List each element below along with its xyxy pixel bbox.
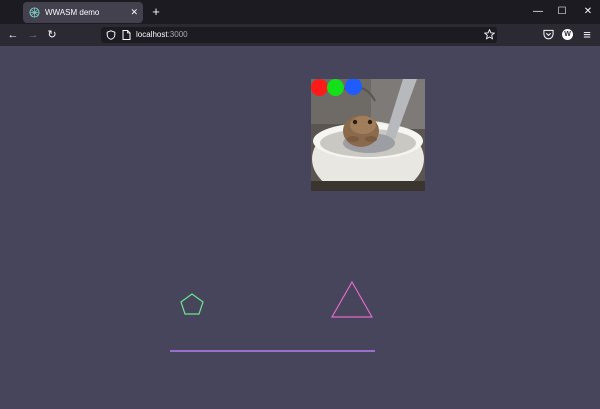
favicon-icon [29,7,40,18]
page-canvas [0,46,600,409]
star-icon[interactable] [484,29,495,40]
back-button[interactable]: ← [4,26,22,44]
url-text[interactable]: localhost:3000 [136,27,188,43]
shapes-layer [170,280,375,352]
url-host: localhost [136,30,168,39]
green-pentagon [180,293,204,315]
shield-icon[interactable] [106,30,116,40]
tab-bar: WWASM demo ✕ + — ☐ ✕ [0,0,600,24]
nav-toolbar: ← → ↻ localhost:3000 W ≡ [0,24,600,46]
maximize-button[interactable]: ☐ [552,3,572,21]
new-tab-button[interactable]: + [149,3,163,21]
menu-icon[interactable]: ≡ [578,26,596,44]
minimize-button[interactable]: — [528,3,548,21]
tab-wwasm-demo[interactable]: WWASM demo ✕ [23,2,143,23]
reload-button[interactable]: ↻ [43,26,61,44]
account-icon[interactable]: W [562,29,573,40]
forward-button[interactable]: → [24,26,42,44]
tab-close-button[interactable]: ✕ [130,2,138,23]
pocket-icon[interactable] [543,29,554,40]
page-icon [122,30,131,40]
url-port: :3000 [167,30,188,39]
close-window-button[interactable]: ✕ [578,3,598,21]
url-bar[interactable]: localhost:3000 [101,27,497,43]
pink-triangle [330,280,374,318]
tab-title: WWASM demo [45,8,100,17]
